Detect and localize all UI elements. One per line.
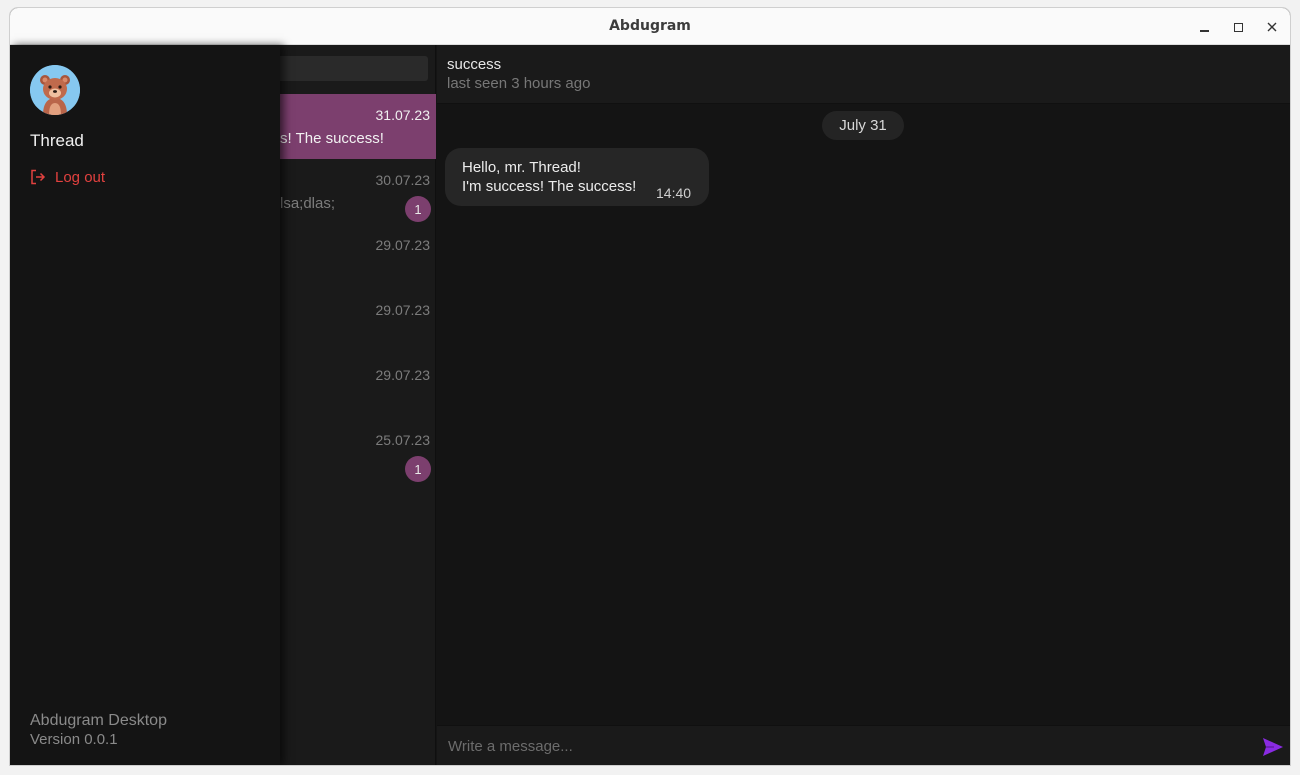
message-time: 14:40 (656, 185, 692, 201)
send-icon (1263, 738, 1283, 756)
unread-badge: 1 (405, 196, 431, 222)
title-bar: Abdugram (10, 8, 1290, 45)
peer-name: success (447, 56, 502, 73)
chat-date: 30.07.23 (375, 172, 431, 188)
minimize-button[interactable] (1193, 16, 1215, 38)
chat-date: 29.07.23 (375, 367, 431, 383)
window-title: Abdugram (609, 18, 691, 34)
logout-icon (31, 169, 46, 185)
message-text-line: Hello, mr. Thread! (462, 159, 581, 176)
search-input[interactable] (270, 56, 428, 81)
chat-date: 29.07.23 (375, 302, 431, 318)
peer-status: last seen 3 hours ago (447, 75, 591, 92)
side-drawer: Thread Log out Abdugram Desktop Version … (10, 45, 280, 765)
message-input[interactable] (437, 726, 1247, 765)
date-divider: July 31 (822, 111, 904, 140)
unread-badge: 1 (405, 456, 431, 482)
logout-label: Log out (55, 168, 106, 186)
chat-date: 29.07.23 (375, 237, 431, 253)
message-bubble[interactable]: Hello, mr. Thread! I'm success! The succ… (445, 148, 709, 206)
message-text-line: I'm success! The success! (462, 178, 637, 195)
minimize-icon (1199, 30, 1209, 32)
maximize-button[interactable] (1227, 16, 1249, 38)
bear-avatar-icon (30, 65, 80, 115)
conversation-header[interactable]: success last seen 3 hours ago (437, 45, 1290, 104)
logout-button[interactable]: Log out (30, 167, 105, 187)
message-composer (437, 725, 1290, 765)
chat-date: 31.07.23 (375, 107, 431, 123)
profile-username: Thread (30, 131, 84, 150)
close-icon (1267, 22, 1277, 32)
close-button[interactable] (1261, 16, 1283, 38)
maximize-icon (1233, 22, 1243, 32)
app-name: Abdugram Desktop (30, 712, 167, 729)
chat-preview: s! The success! (280, 130, 384, 147)
app-window: Abdugram 31.07.23 s! The success! 30.07.… (10, 8, 1290, 765)
app-version: Version 0.0.1 (30, 731, 118, 748)
send-button[interactable] (1262, 737, 1284, 757)
chat-preview: lsa;dlas; (280, 195, 336, 212)
avatar[interactable] (30, 65, 80, 115)
conversation-pane: success last seen 3 hours ago July 31 He… (437, 45, 1290, 765)
chat-date: 25.07.23 (375, 432, 431, 448)
